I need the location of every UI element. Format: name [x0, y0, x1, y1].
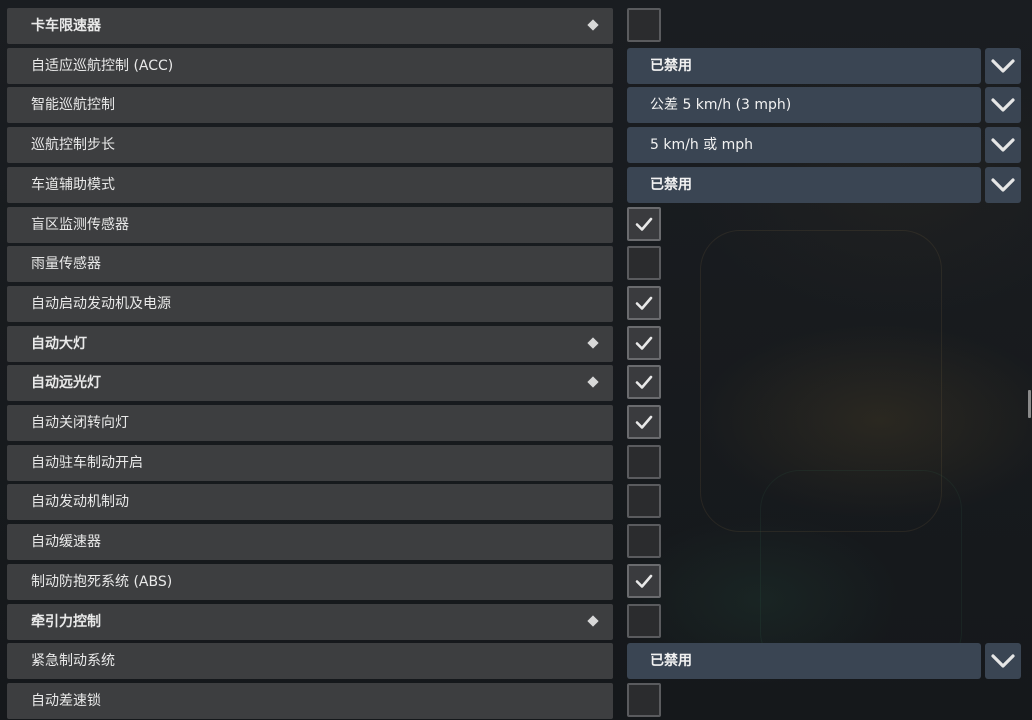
setting-dropdown[interactable]: 已禁用: [627, 48, 981, 84]
setting-row: 车道辅助模式 已禁用: [0, 167, 1032, 203]
setting-label: 牵引力控制: [31, 614, 101, 630]
setting-row: 自动差速锁: [0, 683, 1032, 719]
setting-checkbox[interactable]: [627, 207, 661, 241]
setting-row: 自动缓速器: [0, 524, 1032, 560]
setting-label: 制动防抱死系统 (ABS): [31, 574, 173, 590]
setting-checkbox[interactable]: [627, 8, 661, 42]
setting-label: 智能巡航控制: [31, 97, 115, 113]
dropdown-toggle-button[interactable]: [985, 48, 1021, 84]
setting-row: 自动启动发动机及电源: [0, 286, 1032, 322]
setting-label-bar[interactable]: 牵引力控制: [7, 604, 613, 640]
setting-label: 自动大灯: [31, 336, 87, 352]
dropdown-toggle-button[interactable]: [985, 127, 1021, 163]
setting-checkbox[interactable]: [627, 683, 661, 717]
setting-row: 牵引力控制: [0, 604, 1032, 640]
setting-label: 自动发动机制动: [31, 494, 129, 510]
setting-label: 盲区监测传感器: [31, 217, 129, 233]
setting-label-bar[interactable]: 雨量传感器: [7, 246, 613, 282]
setting-label: 自动关闭转向灯: [31, 415, 129, 431]
setting-checkbox[interactable]: [627, 524, 661, 558]
setting-label-bar[interactable]: 车道辅助模式: [7, 167, 613, 203]
dropdown-value: 已禁用: [650, 58, 692, 74]
setting-row: 自动关闭转向灯: [0, 405, 1032, 441]
dropdown-value: 已禁用: [650, 653, 692, 669]
setting-row: 制动防抱死系统 (ABS): [0, 564, 1032, 600]
dropdown-value: 5 km/h 或 mph: [650, 137, 753, 153]
setting-checkbox[interactable]: [627, 484, 661, 518]
settings-screen: 卡车限速器 自适应巡航控制 (ACC) 已禁用 智能巡航控制 公差 5 km/h (3 …: [0, 0, 1032, 720]
setting-row: 卡车限速器: [0, 8, 1032, 44]
setting-label: 自动缓速器: [31, 534, 101, 550]
setting-label-bar[interactable]: 自动关闭转向灯: [7, 405, 613, 441]
setting-label-bar[interactable]: 自适应巡航控制 (ACC): [7, 48, 613, 84]
setting-label-bar[interactable]: 卡车限速器: [7, 8, 613, 44]
setting-label-bar[interactable]: 自动启动发动机及电源: [7, 286, 613, 322]
setting-row: 自动大灯: [0, 326, 1032, 362]
dropdown-toggle-button[interactable]: [985, 87, 1021, 123]
dropdown-value: 已禁用: [650, 177, 692, 193]
dropdown-toggle-button[interactable]: [985, 167, 1021, 203]
diamond-icon: [587, 376, 599, 388]
dropdown-toggle-button[interactable]: [985, 643, 1021, 679]
setting-checkbox[interactable]: [627, 246, 661, 280]
setting-row: 智能巡航控制 公差 5 km/h (3 mph): [0, 87, 1032, 123]
setting-label: 卡车限速器: [31, 18, 101, 34]
setting-label-bar[interactable]: 智能巡航控制: [7, 87, 613, 123]
setting-label-bar[interactable]: 自动远光灯: [7, 365, 613, 401]
setting-dropdown[interactable]: 已禁用: [627, 167, 981, 203]
setting-label: 自动远光灯: [31, 375, 101, 391]
setting-label: 紧急制动系统: [31, 653, 115, 669]
setting-dropdown[interactable]: 5 km/h 或 mph: [627, 127, 981, 163]
setting-checkbox[interactable]: [627, 564, 661, 598]
setting-row: 自动驻车制动开启: [0, 445, 1032, 481]
setting-checkbox[interactable]: [627, 604, 661, 638]
setting-row: 盲区监测传感器: [0, 207, 1032, 243]
setting-checkbox[interactable]: [627, 326, 661, 360]
setting-label-bar[interactable]: 巡航控制步长: [7, 127, 613, 163]
setting-checkbox[interactable]: [627, 405, 661, 439]
setting-row: 自动远光灯: [0, 365, 1032, 401]
diamond-icon: [587, 615, 599, 627]
setting-label: 巡航控制步长: [31, 137, 115, 153]
setting-label-bar[interactable]: 自动缓速器: [7, 524, 613, 560]
setting-label-bar[interactable]: 盲区监测传感器: [7, 207, 613, 243]
scrollbar-handle[interactable]: [1028, 390, 1031, 418]
setting-row: 紧急制动系统 已禁用: [0, 643, 1032, 679]
setting-label-bar[interactable]: 自动大灯: [7, 326, 613, 362]
setting-label-bar[interactable]: 自动差速锁: [7, 683, 613, 719]
diamond-icon: [587, 19, 599, 31]
setting-label: 车道辅助模式: [31, 177, 115, 193]
setting-row: 雨量传感器: [0, 246, 1032, 282]
setting-checkbox[interactable]: [627, 445, 661, 479]
setting-label: 自动差速锁: [31, 693, 101, 709]
diamond-icon: [587, 337, 599, 349]
setting-checkbox[interactable]: [627, 286, 661, 320]
setting-label-bar[interactable]: 自动发动机制动: [7, 484, 613, 520]
setting-checkbox[interactable]: [627, 365, 661, 399]
setting-label-bar[interactable]: 自动驻车制动开启: [7, 445, 613, 481]
setting-label: 自动驻车制动开启: [31, 455, 143, 471]
dropdown-value: 公差 5 km/h (3 mph): [650, 97, 792, 113]
setting-dropdown[interactable]: 公差 5 km/h (3 mph): [627, 87, 981, 123]
setting-label: 自适应巡航控制 (ACC): [31, 58, 174, 74]
setting-label: 自动启动发动机及电源: [31, 296, 171, 312]
setting-label: 雨量传感器: [31, 256, 101, 272]
setting-dropdown[interactable]: 已禁用: [627, 643, 981, 679]
setting-row: 自动发动机制动: [0, 484, 1032, 520]
setting-row: 自适应巡航控制 (ACC) 已禁用: [0, 48, 1032, 84]
setting-label-bar[interactable]: 制动防抱死系统 (ABS): [7, 564, 613, 600]
setting-row: 巡航控制步长 5 km/h 或 mph: [0, 127, 1032, 163]
setting-label-bar[interactable]: 紧急制动系统: [7, 643, 613, 679]
